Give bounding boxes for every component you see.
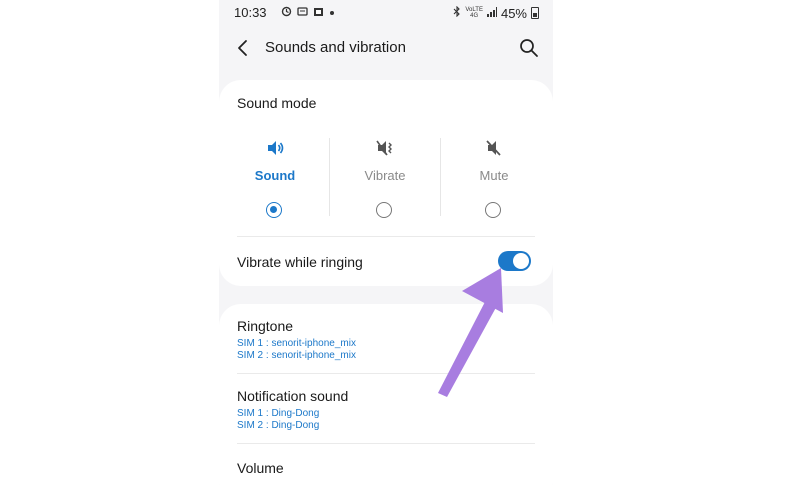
vibrate-while-ringing-label: Vibrate while ringing bbox=[237, 254, 363, 270]
battery-icon bbox=[531, 7, 539, 19]
toggle-knob bbox=[513, 253, 529, 269]
status-bar: 10:33 VoLTE 4G 45% bbox=[219, 0, 553, 26]
notification-sound-row[interactable]: Notification sound SIM 1 : Ding-Dong SIM… bbox=[219, 388, 553, 444]
divider bbox=[237, 443, 535, 444]
bluetooth-icon bbox=[453, 4, 461, 22]
notification-sound-title: Notification sound bbox=[237, 388, 349, 404]
radio-vibrate[interactable] bbox=[376, 202, 392, 218]
radio-sound[interactable] bbox=[266, 202, 282, 218]
volume-row[interactable]: Volume bbox=[219, 460, 553, 485]
ringtone-title: Ringtone bbox=[237, 318, 294, 334]
search-button[interactable] bbox=[517, 36, 541, 60]
mute-icon bbox=[486, 140, 501, 156]
notification-sound-sim2: SIM 2 : Ding-Dong bbox=[237, 420, 320, 431]
ringtone-sim2: SIM 2 : senorit-iphone_mix bbox=[237, 350, 356, 361]
sound-mode-label-vibrate: Vibrate bbox=[364, 168, 406, 183]
sound-mode-card: Sound mode Sound Vibrate Mute Vibrate wh… bbox=[219, 80, 553, 286]
sound-mode-label-mute: Mute bbox=[479, 168, 509, 183]
gallery-icon bbox=[313, 7, 324, 21]
notification-sound-sim1: SIM 1 : Ding-Dong bbox=[237, 408, 320, 419]
app-header: Sounds and vibration bbox=[219, 26, 553, 72]
back-button[interactable] bbox=[231, 34, 255, 62]
volume-title: Volume bbox=[237, 460, 284, 476]
signal-icon bbox=[486, 4, 497, 22]
sound-settings-card: Ringtone SIM 1 : senorit-iphone_mix SIM … bbox=[219, 304, 553, 485]
speaker-icon bbox=[268, 141, 284, 155]
phone-screen: 10:33 VoLTE 4G 45% Sounds and vibration … bbox=[219, 0, 553, 485]
network-indicator: VoLTE 4G bbox=[465, 7, 483, 19]
more-notifications-icon bbox=[329, 8, 335, 20]
ringtone-sim1: SIM 1 : senorit-iphone_mix bbox=[237, 338, 356, 349]
sound-mode-label-sound: Sound bbox=[254, 168, 296, 183]
battery-percent: 45% bbox=[500, 5, 527, 21]
sound-mode-option-mute[interactable]: Mute bbox=[439, 132, 549, 232]
notification-icons bbox=[281, 6, 335, 21]
page-title: Sounds and vibration bbox=[265, 39, 406, 56]
sync-icon bbox=[281, 6, 292, 21]
divider bbox=[237, 236, 535, 237]
message-icon bbox=[297, 6, 308, 21]
status-time: 10:33 bbox=[234, 5, 267, 20]
divider bbox=[237, 373, 535, 374]
ringtone-row[interactable]: Ringtone SIM 1 : senorit-iphone_mix SIM … bbox=[219, 318, 553, 374]
radio-mute[interactable] bbox=[485, 202, 501, 218]
chevron-left-icon bbox=[238, 40, 247, 56]
vibrate-icon bbox=[376, 140, 392, 156]
search-icon bbox=[520, 39, 538, 57]
vibrate-while-ringing-toggle[interactable] bbox=[498, 251, 531, 271]
sound-mode-title: Sound mode bbox=[237, 95, 317, 111]
sound-mode-option-sound[interactable]: Sound bbox=[220, 132, 330, 232]
status-right: VoLTE 4G 45% bbox=[453, 4, 539, 22]
sound-mode-option-vibrate[interactable]: Vibrate bbox=[330, 132, 440, 232]
